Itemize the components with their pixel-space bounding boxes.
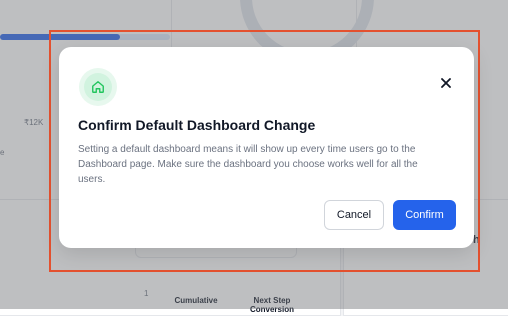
home-icon [84, 73, 112, 101]
confirm-dialog: Confirm Default Dashboard Change Setting… [59, 47, 474, 248]
close-button[interactable] [438, 75, 454, 91]
dialog-description: Setting a default dashboard means it wil… [78, 144, 418, 185]
dialog-title: Confirm Default Dashboard Change [78, 117, 316, 133]
confirm-button[interactable]: Confirm [393, 200, 456, 230]
home-icon-badge [79, 68, 117, 106]
cancel-button[interactable]: Cancel [324, 200, 384, 230]
close-icon [441, 78, 451, 88]
